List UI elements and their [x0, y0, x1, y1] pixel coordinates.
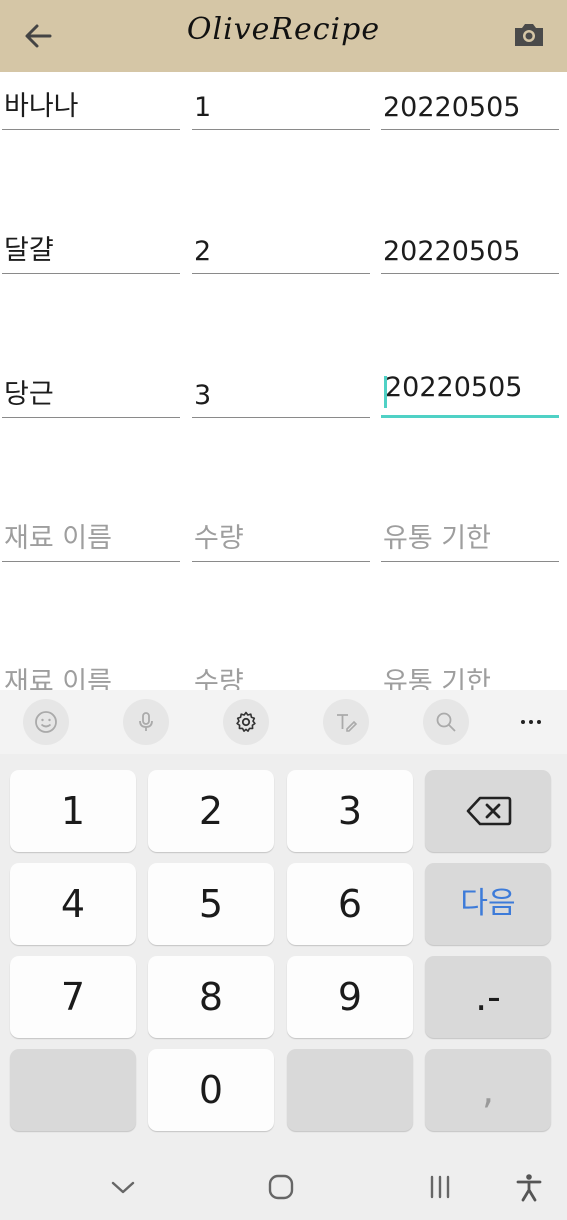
recent-apps-icon[interactable] [425, 1172, 455, 1202]
app-bar: OliveRecipe [0, 0, 567, 72]
ingredient-name-field[interactable]: 달걀 [2, 216, 180, 274]
app-title: OliveRecipe [186, 12, 381, 47]
keyboard-toolbar [0, 690, 567, 754]
key-1[interactable]: 1 [10, 770, 136, 852]
next-key[interactable]: 다음 [425, 863, 551, 945]
ingredient-row: 바나나 1 20220505 [0, 72, 567, 132]
gear-icon[interactable] [223, 699, 269, 745]
camera-icon[interactable] [509, 15, 549, 55]
key-5[interactable]: 5 [148, 863, 274, 945]
system-nav-bar [0, 1150, 567, 1220]
key-7[interactable]: 7 [10, 956, 136, 1038]
key-4[interactable]: 4 [10, 863, 136, 945]
numeric-keyboard: 1 2 3 4 5 6 다음 7 8 9 .- 0 , [0, 690, 567, 1220]
key-9[interactable]: 9 [287, 956, 413, 1038]
backspace-key[interactable] [425, 770, 551, 852]
key-6[interactable]: 6 [287, 863, 413, 945]
ingredient-row: 당근 3 20220505 [0, 360, 567, 420]
key-0[interactable]: 0 [148, 1049, 274, 1131]
comma-key[interactable]: , [425, 1049, 551, 1131]
empty-key [287, 1049, 413, 1131]
ingredient-list: 바나나 1 20220505 달걀 2 20220505 당근 3 202205… [0, 72, 567, 690]
accessibility-icon[interactable] [514, 1172, 544, 1202]
search-icon[interactable] [423, 699, 469, 745]
ingredient-name-field[interactable]: 바나나 [2, 72, 180, 130]
ingredient-name-field[interactable]: 재료 이름 [2, 648, 180, 690]
backspace-icon [466, 796, 512, 826]
expiry-date-field[interactable]: 20220505 [381, 216, 559, 274]
symbols-key[interactable]: .- [425, 956, 551, 1038]
quantity-field[interactable]: 2 [192, 216, 370, 274]
ingredient-row: 재료 이름 수량 유통 기한 [0, 504, 567, 564]
quantity-field[interactable]: 1 [192, 72, 370, 130]
quantity-field[interactable]: 수량 [192, 648, 370, 690]
expiry-date-field[interactable]: 20220505 [381, 72, 559, 130]
quantity-field[interactable]: 수량 [192, 504, 370, 562]
ingredient-row: 달걀 2 20220505 [0, 216, 567, 276]
home-icon[interactable] [266, 1172, 296, 1202]
empty-key [10, 1049, 136, 1131]
expiry-date-field[interactable]: 유통 기한 [381, 648, 559, 690]
microphone-icon[interactable] [123, 699, 169, 745]
ingredient-name-field[interactable]: 당근 [2, 360, 180, 418]
expiry-date-field[interactable]: 유통 기한 [381, 504, 559, 562]
key-8[interactable]: 8 [148, 956, 274, 1038]
quantity-field[interactable]: 3 [192, 360, 370, 418]
emoji-icon[interactable] [23, 699, 69, 745]
key-3[interactable]: 3 [287, 770, 413, 852]
more-options-icon[interactable] [508, 699, 554, 745]
ingredient-row: 재료 이름 수량 유통 기한 [0, 648, 567, 690]
hide-keyboard-icon[interactable] [108, 1172, 138, 1202]
handwriting-icon[interactable] [323, 699, 369, 745]
key-2[interactable]: 2 [148, 770, 274, 852]
expiry-date-field-focused[interactable]: 20220505 [381, 360, 559, 418]
ingredient-name-field[interactable]: 재료 이름 [2, 504, 180, 562]
